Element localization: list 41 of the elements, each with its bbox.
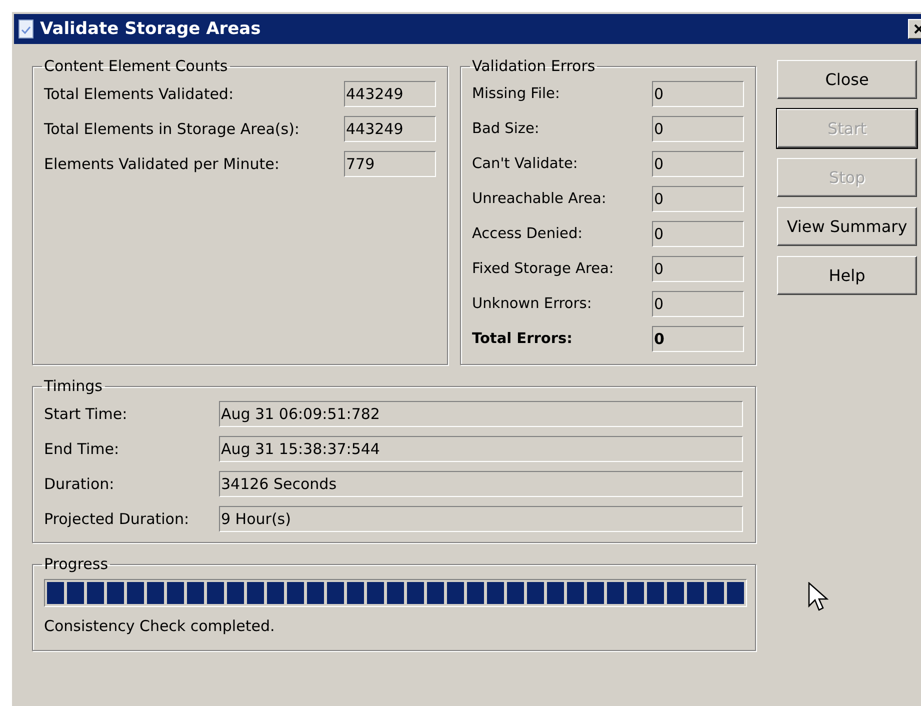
readonly-field: Aug 31 06:09:51:782 [219, 401, 743, 427]
group-title: Timings [43, 377, 104, 395]
status-text: Consistency Check completed. [44, 617, 276, 635]
field-label: Start Time: [44, 405, 128, 423]
dialog-button[interactable]: Help [777, 256, 917, 295]
readonly-field: 0 [652, 256, 744, 282]
field-label: Unknown Errors: [472, 296, 593, 312]
readonly-field: 0 [652, 186, 744, 212]
readonly-field: 9 Hour(s) [219, 506, 743, 532]
field-label: Bad Size: [472, 121, 540, 137]
readonly-field: 443249 [344, 81, 436, 107]
readonly-field: 779 [344, 151, 436, 177]
field-label: Total Errors: [472, 331, 574, 347]
readonly-field: 0 [652, 221, 744, 247]
dialog-button[interactable]: View Summary [777, 207, 917, 246]
readonly-field: 443249 [344, 116, 436, 142]
field-label: Projected Duration: [44, 510, 190, 528]
field-label: Fixed Storage Area: [472, 261, 615, 277]
group-title: Content Element Counts [43, 57, 229, 75]
readonly-field: 0 [652, 291, 744, 317]
field-label: Duration: [44, 475, 116, 493]
readonly-field: 0 [652, 116, 744, 142]
readonly-field: 0 [652, 326, 744, 352]
field-label: End Time: [44, 440, 120, 458]
field-label: Unreachable Area: [472, 191, 608, 207]
dialog-button[interactable]: Close [777, 60, 917, 99]
field-label: Total Elements in Storage Area(s): [44, 120, 300, 138]
mouse-pointer-icon [808, 582, 830, 614]
window-title: Validate Storage Areas [40, 19, 262, 39]
readonly-field: Aug 31 15:38:37:544 [219, 436, 743, 462]
readonly-field: 0 [652, 151, 744, 177]
field-label: Access Denied: [472, 226, 584, 242]
readonly-field: 0 [652, 81, 744, 107]
group-title: Progress [43, 555, 110, 573]
document-check-icon [18, 19, 34, 39]
field-label: Missing File: [472, 86, 561, 102]
readonly-field: 34126 Seconds [219, 471, 743, 497]
group-title: Validation Errors [471, 57, 596, 75]
field-label: Elements Validated per Minute: [44, 155, 280, 173]
field-label: Can't Validate: [472, 156, 579, 172]
field-label: Total Elements Validated: [44, 85, 235, 103]
